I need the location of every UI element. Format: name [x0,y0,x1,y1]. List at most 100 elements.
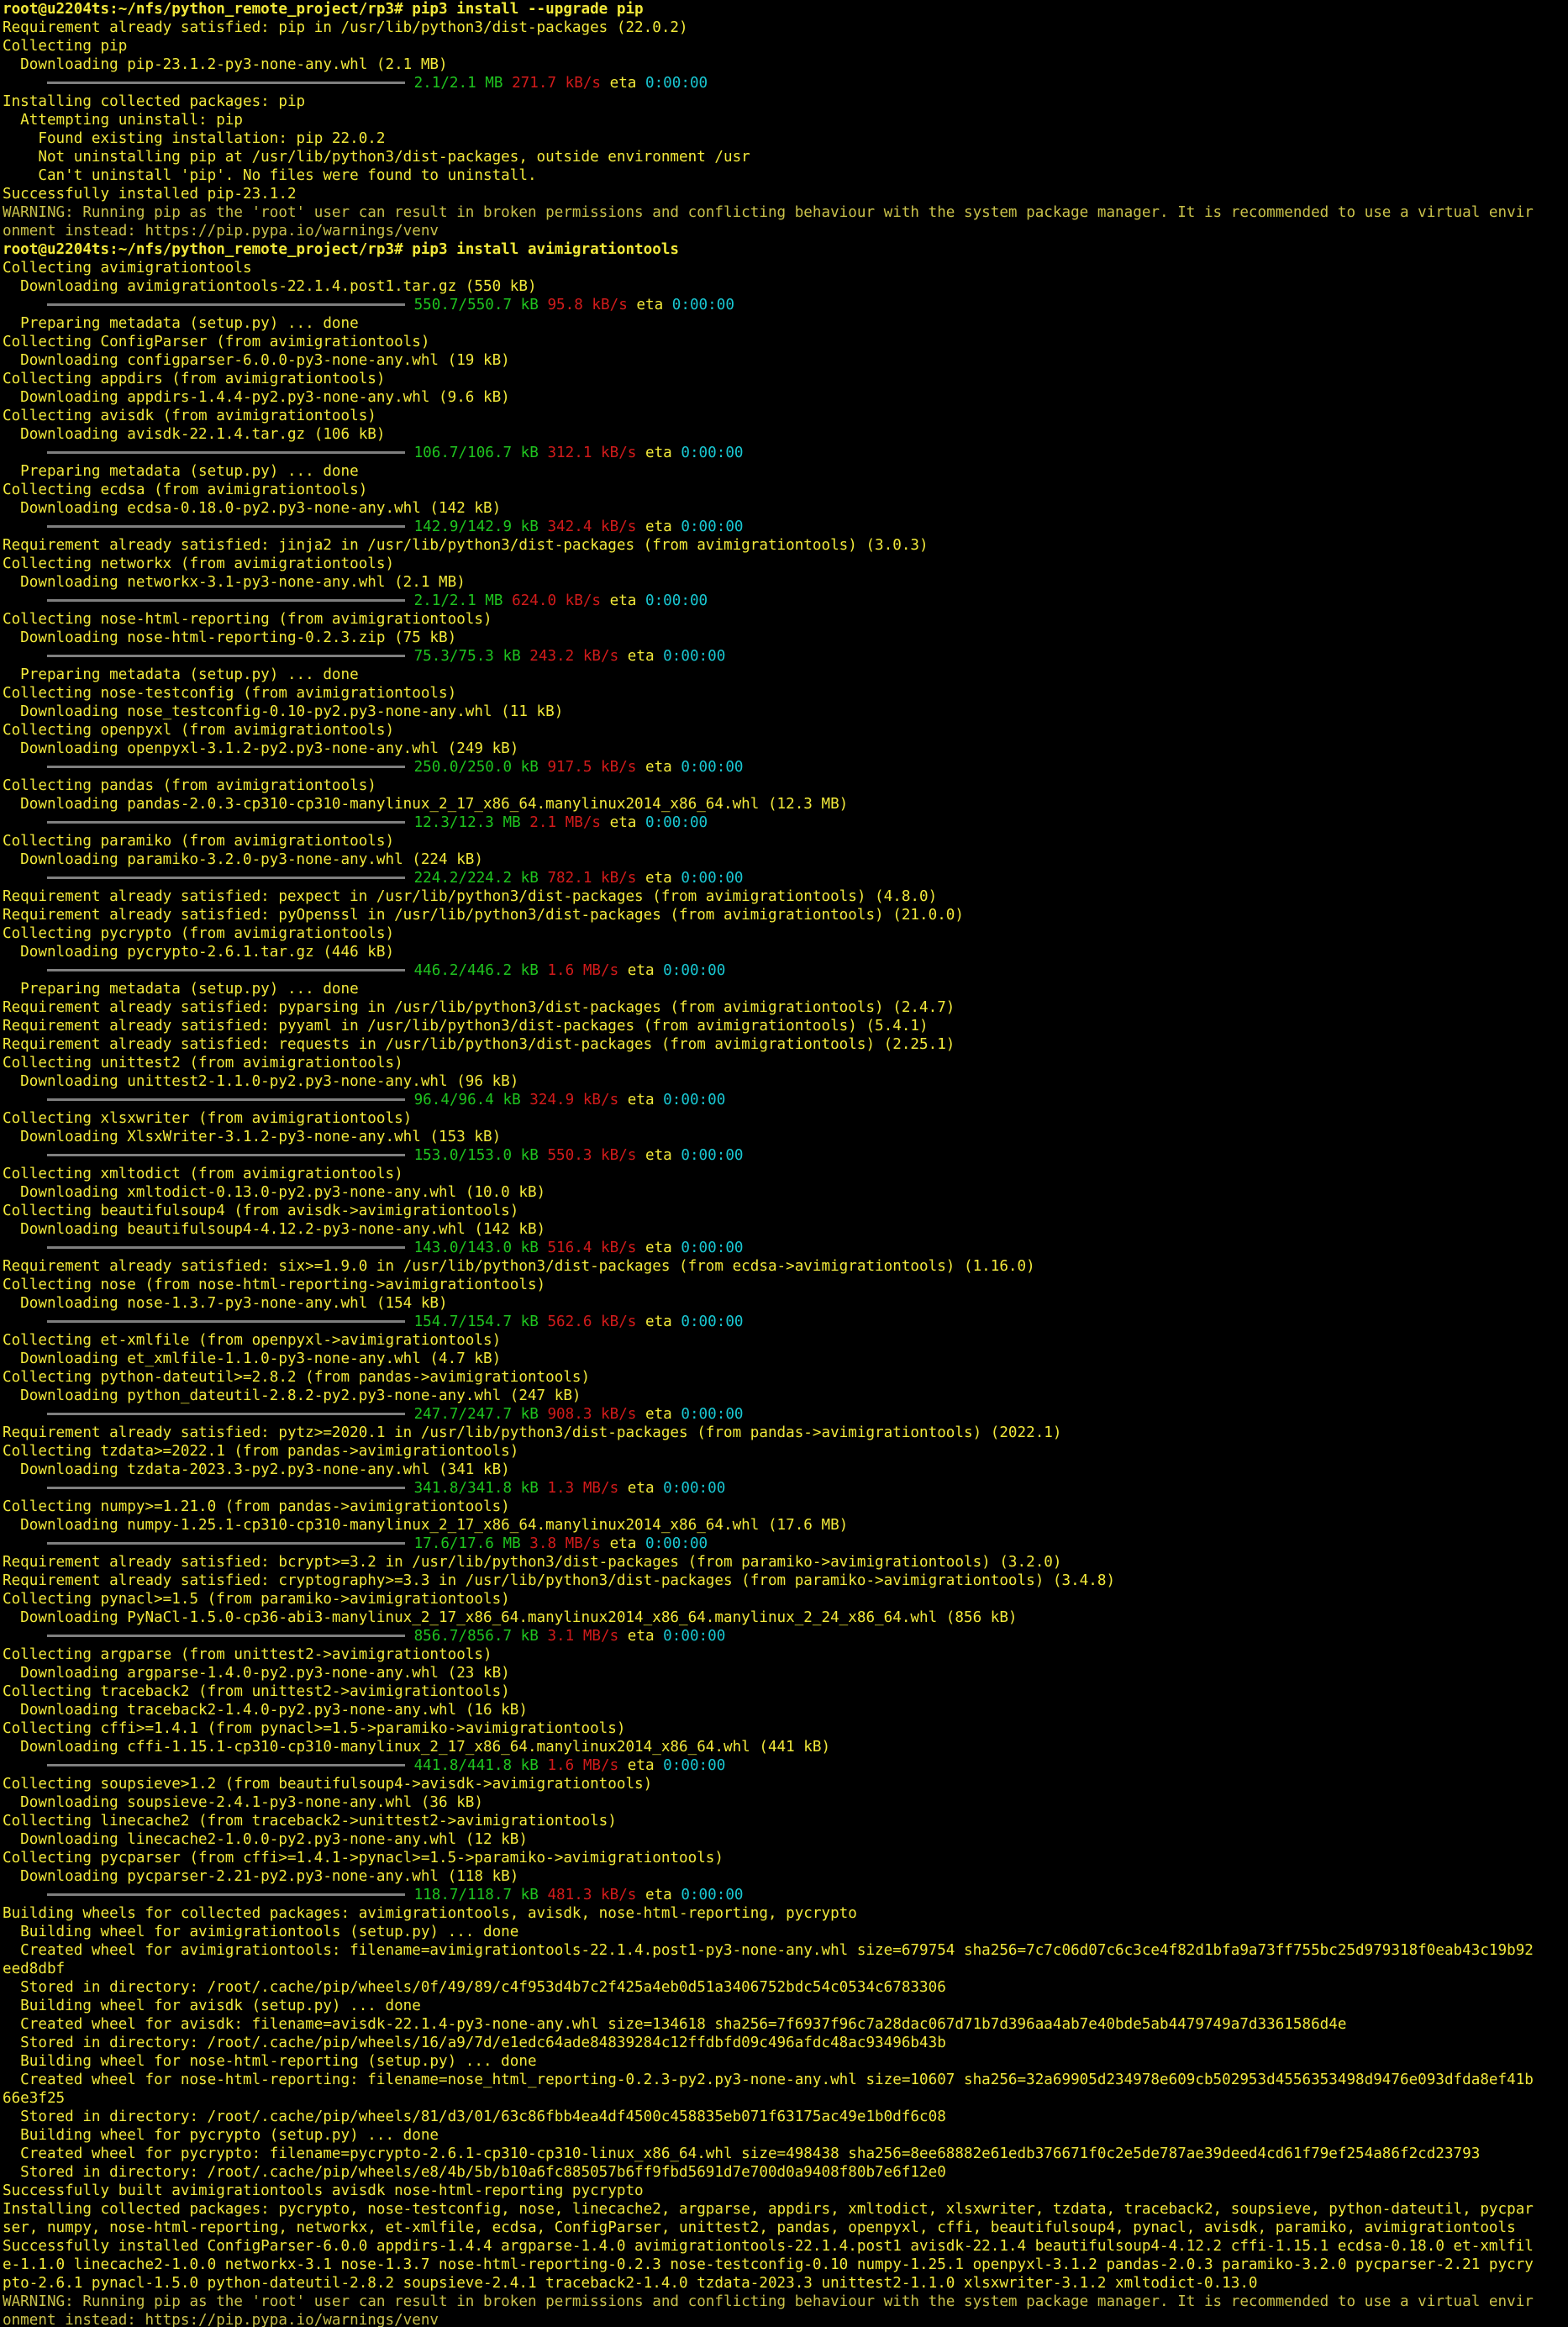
output-line: Collecting xmltodict (from avimigrationt… [3,1166,403,1182]
eta-label: eta [645,1240,672,1256]
progress-indent [3,962,47,979]
download-speed: 624.0 kB/s [512,592,602,609]
output-line: Collecting soupsieve>1.2 (from beautiful… [3,1776,653,1793]
download-size: 154.7/154.7 kB [413,1314,539,1330]
download-speed: 481.3 kB/s [547,1887,637,1903]
progress-indent [3,870,47,887]
progress-line: 75.3/75.3 kB 243.2 kB/s eta 0:00:00 [3,647,1568,666]
output-line: Downloading soupsieve-2.4.1-py3-none-any… [3,1794,483,1811]
output-line: Downloading openpyxl-3.1.2-py2.py3-none-… [3,740,519,757]
progress-indent [3,1535,47,1552]
output-line: Downloading unittest2-1.1.0-py2.py3-none… [3,1073,519,1090]
download-size: 96.4/96.4 kB [413,1092,521,1108]
download-speed: 243.2 kB/s [529,648,619,665]
progress-bar [46,1486,405,1489]
progress-indent [3,445,47,461]
progress-bar [46,1412,405,1415]
download-speed: 3.1 MB/s [547,1628,619,1645]
terminal-output[interactable]: root@u2204ts:~/nfs/python_remote_project… [0,0,1568,2327]
download-size: 153.0/153.0 kB [413,1147,539,1164]
warning-line: onment instead: https://pip.pypa.io/warn… [3,223,439,240]
progress-indent [3,75,47,92]
output-line: Downloading configparser-6.0.0-py3-none-… [3,352,510,369]
download-size: 446.2/446.2 kB [413,962,539,979]
progress-indent [3,814,47,831]
output-line: Collecting xlsxwriter (from avimigration… [3,1110,413,1127]
download-speed: 312.1 kB/s [547,445,637,461]
progress-bar [46,303,405,306]
eta-label: eta [627,1628,655,1645]
output-line: Downloading nose_testconfig-0.10-py2.py3… [3,703,564,720]
progress-indent [3,1757,47,1774]
warning-line: WARNING: Running pip as the 'root' user … [3,204,1534,221]
output-line: Collecting argparse (from unittest2->avi… [3,1646,492,1663]
download-speed: 550.3 kB/s [547,1147,637,1164]
eta-value: 0:00:00 [681,1887,744,1903]
progress-bar [46,765,405,768]
output-line: Collecting python-dateutil>=2.8.2 (from … [3,1369,591,1386]
eta-label: eta [645,1314,672,1330]
eta-label: eta [645,1406,672,1423]
output-line: Collecting pycrypto (from avimigrationto… [3,925,395,942]
eta-label: eta [609,592,637,609]
progress-bar [46,524,405,528]
output-line: Stored in directory: /root/.cache/pip/wh… [3,2164,946,2181]
progress-bar [46,654,405,657]
output-line: ser, numpy, nose-html-reporting, network… [3,2219,1516,2236]
eta-value: 0:00:00 [645,592,708,609]
download-speed: 1.6 MB/s [547,1757,619,1774]
download-size: 250.0/250.0 kB [413,759,539,776]
progress-indent [3,1240,47,1256]
output-line: Requirement already satisfied: pyyaml in… [3,1018,929,1035]
shell-prompt-line: root@u2204ts:~/nfs/python_remote_project… [3,1,644,18]
output-line: Collecting nose-html-reporting (from avi… [3,611,492,628]
output-line: Downloading numpy-1.25.1-cp310-cp310-man… [3,1517,849,1534]
output-line: Attempting uninstall: pip [3,112,243,129]
output-line: Downloading tzdata-2023.3-py2.py3-none-a… [3,1461,510,1478]
output-line: Downloading networkx-3.1-py3-none-any.wh… [3,574,466,591]
eta-value: 0:00:00 [671,297,734,313]
output-line: Building wheels for collected packages: … [3,1905,857,1922]
progress-line: 143.0/143.0 kB 516.4 kB/s eta 0:00:00 [3,1239,1568,1257]
output-line: Downloading pycrypto-2.6.1.tar.gz (446 k… [3,944,395,961]
output-line: Downloading ecdsa-0.18.0-py2.py3-none-an… [3,500,502,517]
output-line: Collecting nose-testconfig (from avimigr… [3,685,457,702]
progress-line: 224.2/224.2 kB 782.1 kB/s eta 0:00:00 [3,869,1568,887]
eta-value: 0:00:00 [681,1147,744,1164]
output-line: Preparing metadata (setup.py) ... done [3,981,359,998]
progress-line: 2.1/2.1 MB 271.7 kB/s eta 0:00:00 [3,74,1568,92]
eta-value: 0:00:00 [663,1757,726,1774]
download-speed: 562.6 kB/s [547,1314,637,1330]
progress-line: 446.2/446.2 kB 1.6 MB/s eta 0:00:00 [3,961,1568,980]
output-line: Installing collected packages: pycrypto,… [3,2201,1534,2218]
output-line: Collecting paramiko (from avimigrationto… [3,833,395,850]
download-speed: 3.8 MB/s [529,1535,602,1552]
progress-indent [3,592,47,609]
eta-value: 0:00:00 [663,962,726,979]
progress-indent [3,519,47,535]
eta-value: 0:00:00 [681,1406,744,1423]
output-line: Downloading pandas-2.0.3-cp310-cp310-man… [3,796,849,813]
progress-bar [46,1319,405,1323]
download-size: 75.3/75.3 kB [413,648,521,665]
output-line: e-1.1.0 linecache2-1.0.0 networkx-3.1 no… [3,2256,1534,2273]
download-size: 2.1/2.1 MB [413,592,503,609]
output-line: Collecting pynacl>=1.5 (from paramiko->a… [3,1591,510,1608]
progress-indent [3,1480,47,1497]
output-line: Downloading xmltodict-0.13.0-py2.py3-non… [3,1184,546,1201]
progress-line: 250.0/250.0 kB 917.5 kB/s eta 0:00:00 [3,758,1568,777]
eta-value: 0:00:00 [681,519,744,535]
output-line: 66e3f25 [3,2090,66,2107]
progress-line: 96.4/96.4 kB 324.9 kB/s eta 0:00:00 [3,1091,1568,1109]
progress-indent [3,1887,47,1903]
progress-indent [3,1092,47,1108]
output-line: Can't uninstall 'pip'. No files were fou… [3,167,537,184]
output-line: Downloading appdirs-1.4.4-py2.py3-none-a… [3,389,510,406]
output-line: Downloading traceback2-1.4.0-py2.py3-non… [3,1702,528,1719]
output-line: Building wheel for nose-html-reporting (… [3,2053,537,2070]
warning-line: onment instead: https://pip.pypa.io/warn… [3,2312,439,2327]
progress-line: 441.8/441.8 kB 1.6 MB/s eta 0:00:00 [3,1756,1568,1775]
progress-bar [46,876,405,879]
output-line: Collecting ConfigParser (from avimigrati… [3,334,430,350]
download-speed: 2.1 MB/s [529,814,602,831]
